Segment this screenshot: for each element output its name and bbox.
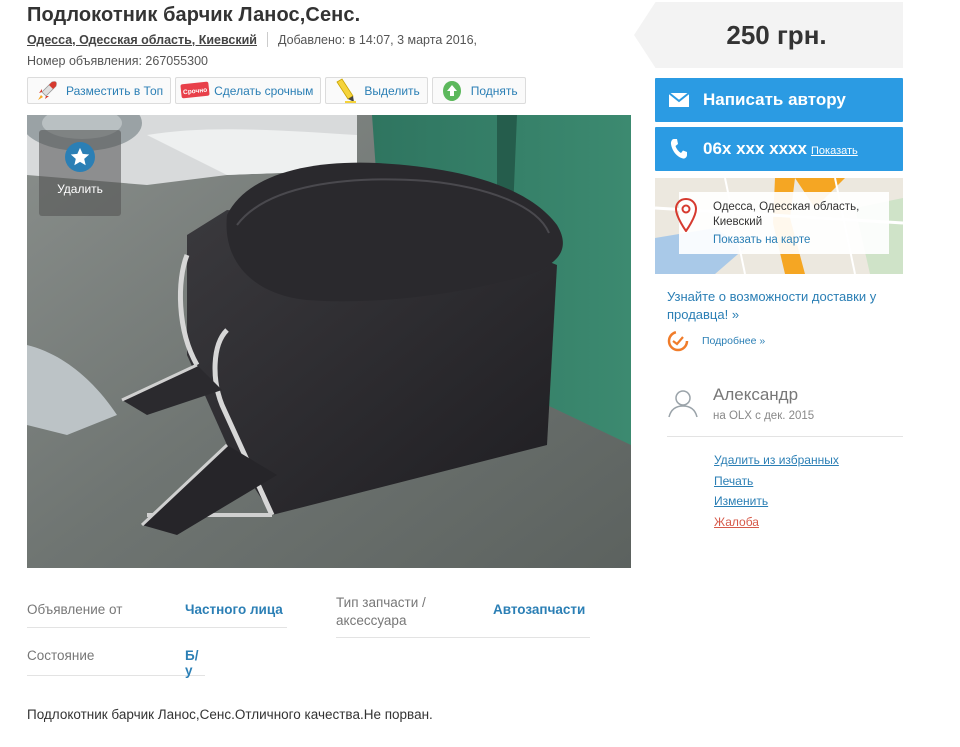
write-author-button[interactable]: Написать автору bbox=[655, 78, 903, 122]
param-label: Объявление от bbox=[27, 602, 123, 617]
report-link[interactable]: Жалоба bbox=[714, 512, 839, 533]
urgent-tag-icon: Срочно bbox=[180, 79, 210, 103]
envelope-icon bbox=[655, 92, 703, 108]
make-urgent-button[interactable]: Срочно Сделать срочным bbox=[175, 77, 322, 104]
favorite-remove-button[interactable]: Удалить bbox=[39, 130, 121, 216]
ad-number: Номер объявления: 267055300 bbox=[27, 54, 208, 68]
param-value[interactable]: Автозапчасти bbox=[493, 602, 585, 617]
map-address: Одесса, Одесская область, Киевский bbox=[713, 201, 860, 228]
param-value[interactable]: Б/у bbox=[185, 648, 205, 678]
delivery-icon bbox=[667, 330, 689, 352]
remove-favorite-link[interactable]: Удалить из избранных bbox=[714, 450, 839, 471]
delivery-more[interactable]: Подробнее » bbox=[667, 330, 765, 352]
print-link[interactable]: Печать bbox=[714, 471, 839, 492]
highlight-label: Выделить bbox=[364, 83, 420, 98]
make-urgent-label: Сделать срочным bbox=[214, 83, 314, 98]
ad-actions-list: Удалить из избранных Печать Изменить Жал… bbox=[714, 450, 839, 532]
param-value[interactable]: Частного лица bbox=[185, 602, 283, 617]
listing-title: Подлокотник барчик Ланос,Сенс. bbox=[27, 4, 361, 26]
rocket-icon bbox=[32, 79, 62, 103]
phone-icon bbox=[655, 138, 703, 160]
delivery-more-label: Подробнее » bbox=[702, 335, 766, 347]
seller-block: Александр на OLX с дек. 2015 bbox=[667, 385, 903, 437]
seller-since: на OLX с дек. 2015 bbox=[713, 410, 815, 422]
param-row: Объявление от Частного лица bbox=[27, 590, 287, 628]
map-pin-icon bbox=[674, 197, 698, 237]
location-link[interactable]: Одесса, Одесская область, Киевский bbox=[27, 33, 257, 47]
listing-description: Подлокотник барчик Ланос,Сенс.Отличного … bbox=[27, 707, 433, 722]
param-row: Тип запчасти / аксессуара Автозапчасти bbox=[336, 590, 590, 638]
bump-up-button[interactable]: Поднять bbox=[431, 77, 526, 104]
phone-number: 06x xxx xxxx bbox=[703, 139, 807, 158]
seller-name[interactable]: Александр bbox=[713, 385, 798, 405]
edit-link[interactable]: Изменить bbox=[714, 491, 839, 512]
show-on-map-link[interactable]: Показать на карте bbox=[713, 234, 810, 246]
promote-top-label: Разместить в Топ bbox=[66, 83, 164, 98]
promo-actions: Разместить в Топ Срочно Сделать срочным … bbox=[27, 77, 526, 104]
params-table: Объявление от Частного лица Тип запчасти… bbox=[27, 590, 593, 680]
bump-up-label: Поднять bbox=[470, 83, 518, 98]
favorite-remove-label: Удалить bbox=[57, 182, 103, 196]
show-phone-link[interactable]: Показать bbox=[811, 145, 858, 157]
param-label: Тип запчасти / аксессуара bbox=[336, 595, 426, 628]
highlight-button[interactable]: Выделить bbox=[325, 77, 428, 104]
delivery-link[interactable]: Узнайте о возможности доставки у продавц… bbox=[667, 288, 903, 324]
user-avatar-icon bbox=[667, 387, 699, 419]
arrow-up-icon bbox=[437, 79, 467, 103]
price: 250 грн. bbox=[726, 19, 827, 50]
param-row: Состояние Б/у bbox=[27, 638, 205, 678]
location-map[interactable]: Одесса, Одесская область, Киевский Показ… bbox=[655, 178, 903, 274]
phone-button[interactable]: 06x xxx xxxx Показать bbox=[655, 127, 903, 171]
listing-meta: Одесса, Одесская область, Киевский Добав… bbox=[27, 32, 477, 47]
write-author-label: Написать автору bbox=[703, 90, 846, 109]
added-date: Добавлено: в 14:07, 3 марта 2016, bbox=[277, 32, 478, 47]
param-label: Состояние bbox=[27, 648, 95, 663]
promote-top-button[interactable]: Разместить в Топ bbox=[27, 77, 172, 104]
listing-photo[interactable]: Удалить bbox=[27, 115, 631, 568]
star-icon bbox=[65, 142, 95, 172]
divider bbox=[266, 32, 268, 47]
highlighter-icon bbox=[330, 77, 360, 103]
